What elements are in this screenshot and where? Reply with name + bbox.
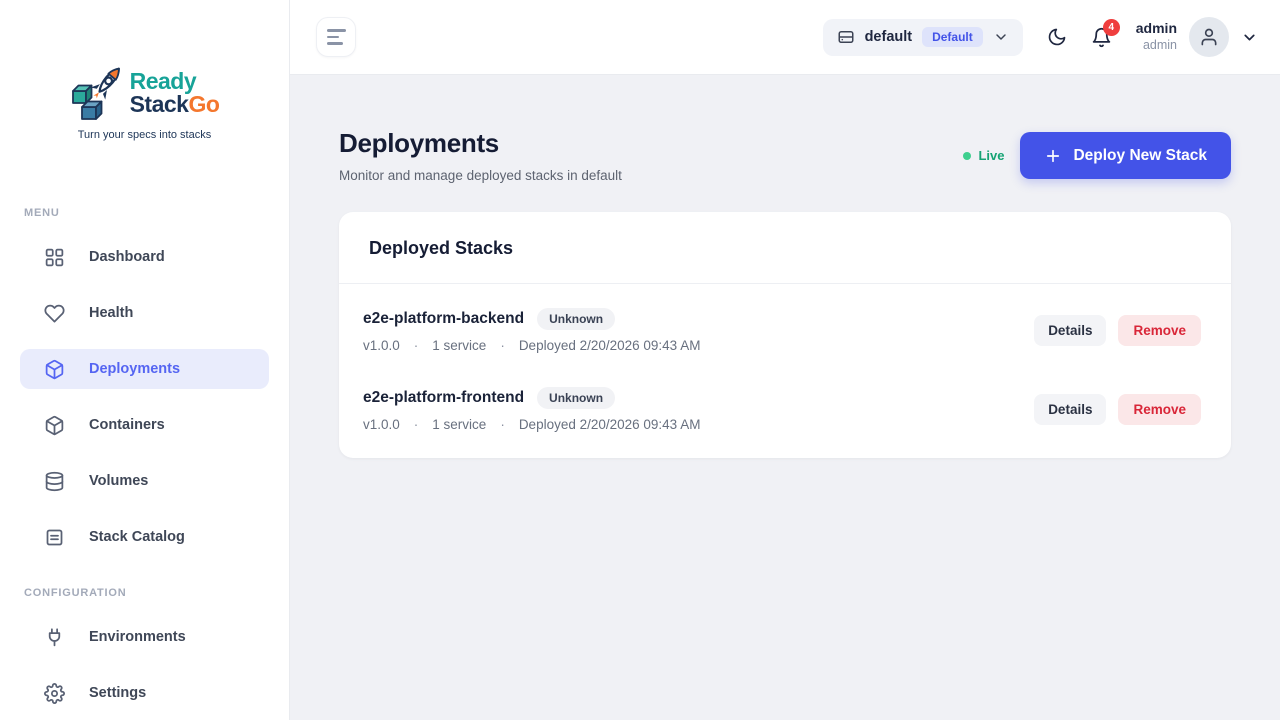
meta-separator: ·: [500, 338, 505, 353]
nav-section-configuration-label: CONFIGURATION: [20, 587, 269, 599]
sidebar-item-label: Deployments: [89, 361, 180, 377]
sidebar-item-stack-catalog[interactable]: Stack Catalog: [20, 517, 269, 557]
user-menu[interactable]: admin admin: [1136, 17, 1258, 57]
stack-name: e2e-platform-frontend: [363, 389, 524, 407]
sidebar-item-label: Containers: [89, 417, 165, 433]
page-header: Deployments Monitor and manage deployed …: [339, 128, 1231, 183]
stack-version: v1.0.0: [363, 338, 400, 353]
chevron-down-icon: [993, 29, 1009, 45]
stack-version: v1.0.0: [363, 417, 400, 432]
sidebar-item-label: Health: [89, 305, 133, 321]
live-status: Live: [963, 148, 1004, 163]
sidebar-item-label: Environments: [89, 629, 186, 645]
user-role: admin: [1136, 38, 1177, 54]
cube-icon: [44, 359, 65, 380]
moon-icon: [1047, 27, 1067, 47]
brand-name-go: Go: [188, 91, 219, 117]
sidebar-item-label: Dashboard: [89, 249, 165, 265]
page-title: Deployments: [339, 128, 622, 159]
plug-icon: [44, 627, 65, 648]
deploy-button-label: Deploy New Stack: [1073, 147, 1207, 165]
rocket-stack-logo-icon: [70, 62, 128, 124]
plus-icon: [1044, 147, 1062, 165]
heart-icon: [44, 303, 65, 324]
grid-icon: [44, 247, 65, 268]
remove-button[interactable]: Remove: [1118, 394, 1201, 425]
user-name: admin: [1136, 20, 1177, 38]
deployed-stacks-card: Deployed Stacks e2e-platform-backend Unk…: [339, 212, 1231, 458]
page-subtitle: Monitor and manage deployed stacks in de…: [339, 168, 622, 183]
sidebar-item-deployments[interactable]: Deployments: [20, 349, 269, 389]
theme-toggle-button[interactable]: [1047, 27, 1067, 47]
deploy-new-stack-button[interactable]: Deploy New Stack: [1020, 132, 1231, 179]
stack-services: 1 service: [432, 338, 486, 353]
brand-name-ready: Ready: [130, 70, 220, 93]
stack-row: e2e-platform-backend Unknown v1.0.0 · 1 …: [339, 290, 1231, 369]
brand-tagline: Turn your specs into stacks: [0, 129, 289, 141]
sidebar: Ready StackGo Turn your specs into stack…: [0, 0, 290, 720]
stack-info: e2e-platform-backend Unknown v1.0.0 · 1 …: [363, 308, 700, 353]
card-header: Deployed Stacks: [339, 212, 1231, 284]
stack-deployed-at: Deployed 2/20/2026 09:43 AM: [519, 417, 701, 432]
details-button[interactable]: Details: [1034, 394, 1106, 425]
environment-default-badge: Default: [922, 27, 983, 47]
stack-info: e2e-platform-frontend Unknown v1.0.0 · 1…: [363, 387, 700, 432]
main-area: default Default 4: [290, 0, 1280, 720]
sidebar-item-label: Settings: [89, 685, 146, 701]
stack-row: e2e-platform-frontend Unknown v1.0.0 · 1…: [339, 369, 1231, 448]
document-icon: [44, 527, 65, 548]
brand-wordmark: Ready StackGo: [130, 62, 220, 117]
sidebar-item-health[interactable]: Health: [20, 293, 269, 333]
meta-separator: ·: [414, 417, 419, 432]
sidebar-nav: MENU Dashboard Health Deployments: [0, 207, 289, 713]
brand-name-stack: Stack: [130, 91, 189, 117]
topbar: default Default 4: [290, 0, 1280, 75]
avatar: [1189, 17, 1229, 57]
meta-separator: ·: [414, 338, 419, 353]
content-area: Deployments Monitor and manage deployed …: [290, 75, 1280, 720]
sidebar-item-settings[interactable]: Settings: [20, 673, 269, 713]
remove-button[interactable]: Remove: [1118, 315, 1201, 346]
status-badge: Unknown: [537, 308, 615, 330]
user-icon: [1199, 27, 1219, 47]
hamburger-icon: [327, 29, 346, 32]
stack-list: e2e-platform-backend Unknown v1.0.0 · 1 …: [339, 284, 1231, 458]
server-icon: [837, 28, 855, 46]
brand-logo: Ready StackGo Turn your specs into stack…: [0, 0, 289, 141]
environment-name: default: [865, 29, 913, 45]
sidebar-item-dashboard[interactable]: Dashboard: [20, 237, 269, 277]
stack-name: e2e-platform-backend: [363, 310, 524, 328]
sidebar-toggle-button[interactable]: [316, 17, 356, 57]
notifications-button[interactable]: 4: [1091, 27, 1112, 48]
stack-meta: v1.0.0 · 1 service · Deployed 2/20/2026 …: [363, 417, 700, 432]
sidebar-item-containers[interactable]: Containers: [20, 405, 269, 445]
live-status-label: Live: [978, 148, 1004, 163]
environment-selector[interactable]: default Default: [823, 19, 1023, 56]
status-badge: Unknown: [537, 387, 615, 409]
card-title: Deployed Stacks: [369, 238, 1201, 259]
sidebar-item-environments[interactable]: Environments: [20, 617, 269, 657]
details-button[interactable]: Details: [1034, 315, 1106, 346]
sidebar-item-volumes[interactable]: Volumes: [20, 461, 269, 501]
stack-services: 1 service: [432, 417, 486, 432]
stack-deployed-at: Deployed 2/20/2026 09:43 AM: [519, 338, 701, 353]
notification-count-badge: 4: [1103, 19, 1120, 36]
cube-icon: [44, 415, 65, 436]
live-status-dot: [963, 152, 971, 160]
gear-icon: [44, 683, 65, 704]
sidebar-item-label: Volumes: [89, 473, 148, 489]
chevron-down-icon: [1241, 29, 1258, 46]
stack-meta: v1.0.0 · 1 service · Deployed 2/20/2026 …: [363, 338, 700, 353]
sidebar-item-label: Stack Catalog: [89, 529, 185, 545]
database-icon: [44, 471, 65, 492]
app-window: Ready StackGo Turn your specs into stack…: [0, 0, 1280, 720]
nav-section-menu-label: MENU: [20, 207, 269, 219]
meta-separator: ·: [500, 417, 505, 432]
